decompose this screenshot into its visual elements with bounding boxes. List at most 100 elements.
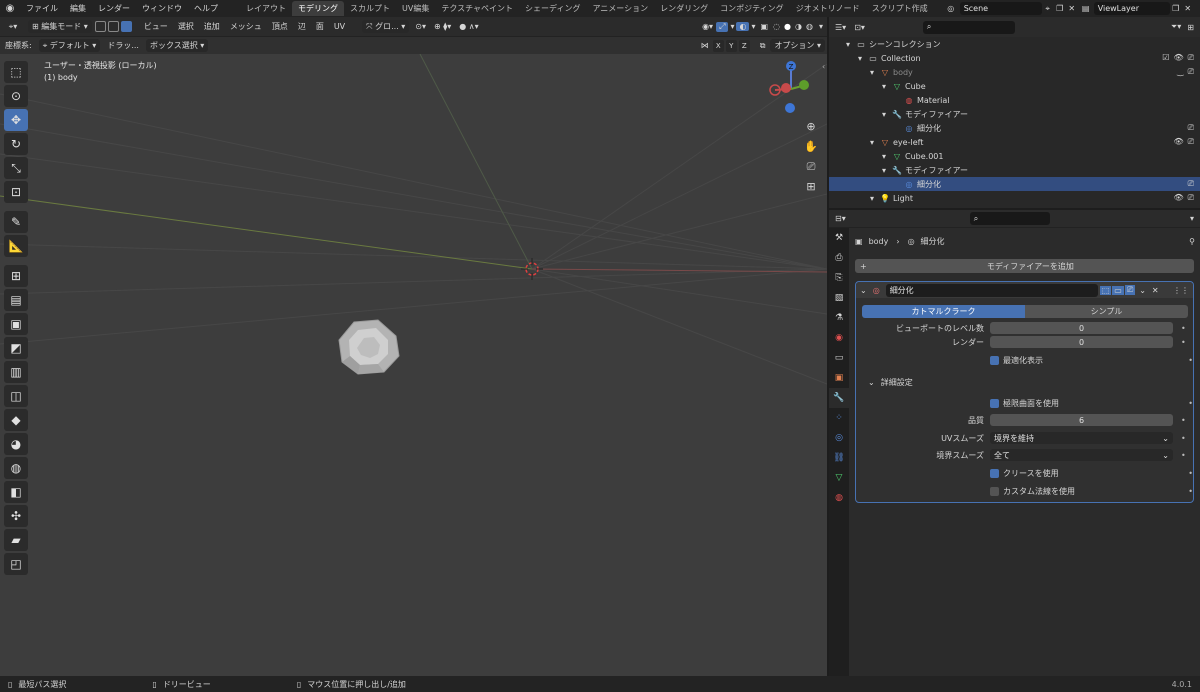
extrude-tool-icon[interactable]: ▤	[4, 289, 28, 311]
collapse-sidebar-icon[interactable]: ‹	[822, 62, 825, 71]
camera-render-icon[interactable]: ⎚	[1188, 53, 1194, 63]
pivot-icon[interactable]: ⊙▾	[411, 22, 430, 31]
menu-add[interactable]: 追加	[199, 21, 225, 32]
rip-tool-icon[interactable]: ◰	[4, 553, 28, 575]
navigation-gizmo[interactable]: Z	[760, 58, 820, 118]
blender-logo-icon[interactable]: ◉	[0, 3, 20, 14]
add-cube-tool-icon[interactable]: ⊞	[4, 265, 28, 287]
camera-render-icon[interactable]: ⎚	[1188, 137, 1194, 147]
editmode-toggle-icon[interactable]: ⬚	[1099, 285, 1112, 295]
pin-icon[interactable]: ⌖	[1042, 4, 1054, 14]
menu-mesh[interactable]: メッシュ	[225, 21, 267, 32]
select-mode-dropdown[interactable]: ボックス選択 ▾	[145, 39, 209, 52]
axis-x-button[interactable]: X	[712, 39, 724, 52]
disclosure-triangle-icon[interactable]: ▾	[867, 194, 877, 203]
tab-layout[interactable]: レイアウト	[240, 1, 292, 16]
render-levels-field[interactable]: 0	[990, 336, 1173, 348]
disclosure-triangle-icon[interactable]: ▾	[855, 54, 865, 63]
outliner-row[interactable]: ◍ Material	[829, 93, 1200, 107]
menu-uv[interactable]: UV	[329, 22, 350, 31]
keyframe-dot-icon[interactable]: •	[1181, 434, 1186, 443]
move-tool-icon[interactable]: ✥	[4, 109, 28, 131]
menu-file[interactable]: ファイル	[20, 3, 64, 14]
limit-surface-row[interactable]: 極限曲面を使用 •	[990, 397, 1193, 409]
disclosure-triangle-icon[interactable]: ▾	[879, 166, 889, 175]
keyframe-dot-icon[interactable]: •	[1181, 416, 1186, 425]
keyframe-dot-icon[interactable]: •	[1188, 356, 1193, 365]
snap-icon[interactable]: ⊕ ⧫▾	[430, 22, 455, 31]
outliner-row[interactable]: ▾ ▽ Cube.001	[829, 149, 1200, 163]
menu-render[interactable]: レンダー	[92, 3, 136, 14]
poly-build-tool-icon[interactable]: ◆	[4, 409, 28, 431]
pan-hand-icon[interactable]: ✋	[802, 140, 820, 160]
scene-icon[interactable]: ◎	[942, 4, 960, 13]
outliner-row[interactable]: ▾ ▭ シーンコレクション	[829, 37, 1200, 51]
camera-render-icon[interactable]: ⎚	[1188, 67, 1194, 77]
dropdown-icon[interactable]: ⌄	[1139, 286, 1146, 295]
optimal-display-checkbox[interactable]	[990, 355, 999, 365]
orientation-dropdown[interactable]: ⤧ グロ... ▾	[362, 20, 410, 33]
spin-tool-icon[interactable]: ◕	[4, 433, 28, 455]
xray-icon[interactable]: ▣	[757, 22, 771, 31]
render-shading-icon[interactable]: ◍	[804, 22, 815, 31]
camera-render-icon[interactable]: ⎚	[1188, 123, 1194, 133]
menu-help[interactable]: ヘルプ	[188, 3, 224, 14]
transform-tool-icon[interactable]: ⊡	[4, 181, 28, 203]
pin-icon[interactable]: ⚲	[1189, 237, 1195, 246]
close-icon[interactable]: ✕	[1152, 286, 1159, 295]
use-crease-checkbox[interactable]	[990, 468, 999, 478]
drag-dropdown[interactable]: ドラッ...	[102, 40, 144, 51]
menu-window[interactable]: ウィンドウ	[136, 3, 188, 14]
annotate-tool-icon[interactable]: ✎	[4, 211, 28, 233]
outliner-row[interactable]: ▾ 🔧 モディファイアー	[829, 107, 1200, 121]
material-shading-icon[interactable]: ◑	[793, 22, 804, 31]
modifier-tab-icon[interactable]: 🔧	[829, 388, 849, 408]
object-tab-icon[interactable]: ▣	[829, 368, 849, 388]
tab-modeling[interactable]: モデリング	[292, 1, 344, 16]
crease-row[interactable]: クリースを使用 •	[990, 467, 1193, 479]
mirror-icon[interactable]: ⋈	[698, 41, 712, 50]
bevel-tool-icon[interactable]: ◩	[4, 337, 28, 359]
limit-surface-checkbox[interactable]	[990, 398, 999, 408]
menu-face[interactable]: 面	[311, 21, 329, 32]
disclosure-triangle-icon[interactable]: ▾	[879, 82, 889, 91]
uv-smooth-dropdown[interactable]: 境界を維持 ⌄	[990, 432, 1173, 444]
tab-geometry-nodes[interactable]: ジオメトリノード	[790, 1, 866, 16]
properties-search-input[interactable]: ⌕	[969, 212, 1050, 225]
viewlayer-icon[interactable]: ▤	[1078, 4, 1094, 13]
tool-tab-icon[interactable]: ⚒	[829, 228, 849, 248]
edge-slide-tool-icon[interactable]: ◧	[4, 481, 28, 503]
keyframe-dot-icon[interactable]: •	[1181, 338, 1186, 347]
inset-tool-icon[interactable]: ▣	[4, 313, 28, 335]
tab-uv-editing[interactable]: UV編集	[396, 1, 435, 16]
scale-tool-icon[interactable]: ⤡	[4, 157, 28, 179]
gizmo-dropdown-icon[interactable]: ▾	[728, 22, 736, 31]
menu-edit[interactable]: 編集	[64, 3, 92, 14]
tab-compositing[interactable]: コンポジティング	[714, 1, 790, 16]
3d-viewport[interactable]: ユーザー・透視投影 (ローカル) (1) body Z ‹ ⊕ ✋ ⎚ ⊞	[0, 54, 827, 676]
axis-y-button[interactable]: Y	[725, 39, 737, 52]
physics-tab-icon[interactable]: ◎	[829, 428, 849, 448]
mode-dropdown[interactable]: ⊞ 編集モード ▾	[28, 20, 92, 33]
disclosure-triangle-icon[interactable]: ▾	[867, 68, 877, 77]
output-tab-icon[interactable]: ⎘	[829, 268, 849, 288]
scene-close-icon[interactable]: ✕	[1066, 4, 1078, 13]
pick-shortest-icon[interactable]: ⧉	[757, 41, 769, 51]
data-tab-icon[interactable]: ▽	[829, 468, 849, 488]
shear-tool-icon[interactable]: ▰	[4, 529, 28, 551]
viewport-levels-field[interactable]: 0	[990, 322, 1173, 334]
outliner-row[interactable]: ▾ ▽ eye-left 👁 ⎚	[829, 135, 1200, 149]
menu-edge[interactable]: 辺	[293, 21, 311, 32]
viewport-toggle-icon[interactable]: ▭	[1112, 285, 1124, 295]
particles-tab-icon[interactable]: ⁘	[829, 408, 849, 428]
edge-select-icon[interactable]	[107, 21, 119, 32]
properties-options-icon[interactable]: ▾	[1190, 214, 1194, 223]
outliner-row[interactable]: ▾ 💡 Light 👁 ⎚	[829, 191, 1200, 205]
overlay-icon[interactable]: ◐	[736, 22, 750, 31]
outliner-search-input[interactable]: ⌕	[922, 20, 1015, 34]
wireframe-shading-icon[interactable]: ◌	[771, 22, 782, 31]
custom-normals-row[interactable]: カスタム法線を使用 •	[990, 485, 1193, 497]
3d-cursor-icon[interactable]	[521, 258, 543, 280]
custom-normals-checkbox[interactable]	[990, 486, 999, 496]
smooth-tool-icon[interactable]: ◍	[4, 457, 28, 479]
